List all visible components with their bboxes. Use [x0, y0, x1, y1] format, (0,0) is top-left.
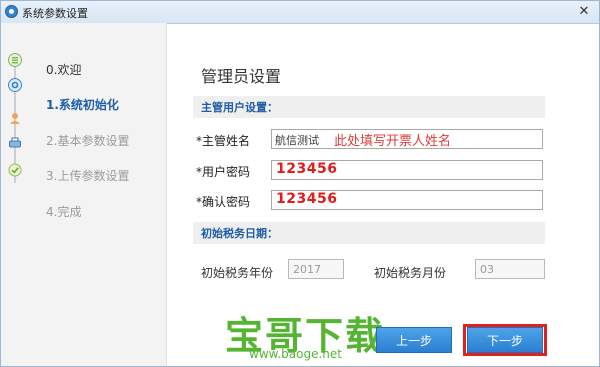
user-icon: [9, 113, 21, 124]
tax-year-input[interactable]: 2017: [288, 259, 344, 279]
tax-month-input[interactable]: 03: [475, 259, 545, 279]
tax-section-title: 初始税务日期：: [201, 227, 278, 240]
tax-month-label: 初始税务月份: [374, 266, 447, 280]
tax-section-bar: 初始税务日期：: [193, 222, 545, 244]
window-title: 系统参数设置: [22, 7, 88, 20]
page-title: 管理员设置: [201, 67, 282, 86]
tax-month-value: 03: [480, 263, 494, 276]
document-icon: [8, 53, 22, 67]
admin-section-title: 主管用户设置：: [201, 101, 278, 114]
steps-sidebar: 0.欢迎 1.系统初始化 2.基本参数设置 3.上传参数设置 4.完成: [1, 23, 167, 366]
step-welcome: 0.欢迎: [46, 63, 82, 77]
admin-name-value: 航信测试: [275, 134, 319, 147]
title-bar: 系统参数设置 ✕: [1, 1, 599, 24]
close-icon[interactable]: ✕: [575, 3, 593, 20]
prev-button[interactable]: 上一步: [376, 327, 452, 353]
admin-name-input[interactable]: 航信测试 此处填写开票人姓名: [271, 129, 543, 149]
password-value: 123456: [276, 161, 338, 177]
watermark-url: www.baoge.net: [249, 347, 342, 361]
step-upload-params: 3.上传参数设置: [46, 169, 130, 183]
admin-name-label: *主管姓名: [196, 134, 251, 148]
app-icon: [5, 5, 18, 18]
tax-year-value: 2017: [293, 263, 321, 276]
gear-icon: [8, 78, 22, 92]
check-icon: [8, 163, 22, 177]
confirm-password-value: 123456: [276, 191, 338, 207]
step-basic-params: 2.基本参数设置: [46, 134, 130, 148]
settings-window: 系统参数设置 ✕ 0.欢迎 1.系统初始化 2.基本参数设置 3.上传参数设置 …: [0, 0, 600, 367]
next-button[interactable]: 下一步: [467, 327, 543, 353]
confirm-password-input[interactable]: 123456: [271, 190, 543, 210]
admin-name-hint: 此处填写开票人姓名: [334, 134, 452, 149]
confirm-password-label: *确认密码: [196, 195, 251, 209]
step-finish: 4.完成: [46, 205, 82, 219]
admin-section-bar: 主管用户设置：: [193, 96, 545, 118]
password-label: *用户密码: [196, 165, 251, 179]
step-system-init: 1.系统初始化: [46, 98, 119, 112]
password-input[interactable]: 123456: [271, 160, 543, 180]
tax-year-label: 初始税务年份: [201, 266, 274, 280]
printer-icon: [9, 137, 21, 148]
